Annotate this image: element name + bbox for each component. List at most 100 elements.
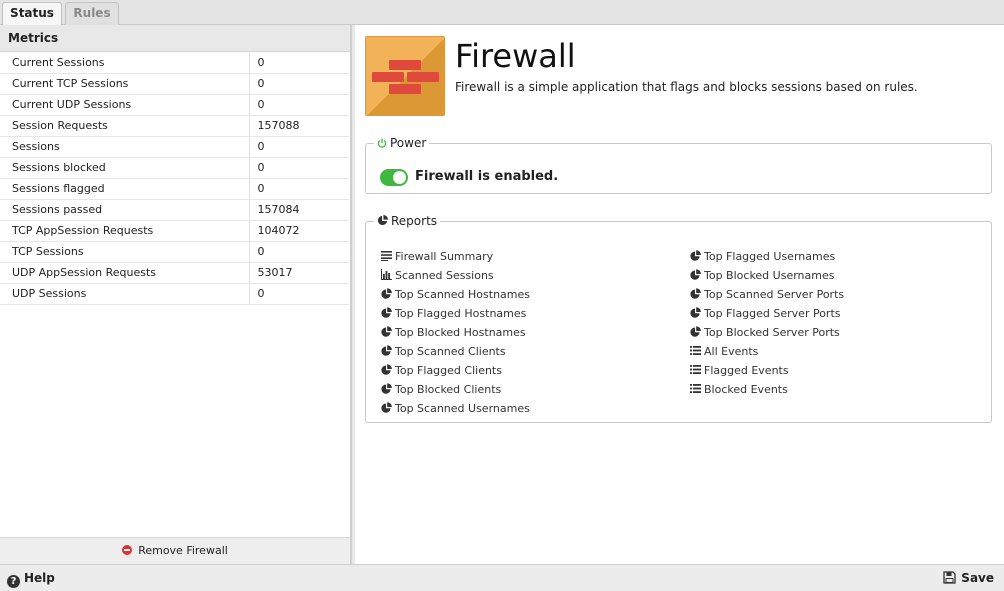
metrics-header: Metrics <box>0 25 350 52</box>
report-label: Top Blocked Clients <box>395 383 502 396</box>
report-link[interactable]: Firewall Summary <box>381 250 493 263</box>
report-label: Top Blocked Server Ports <box>704 326 840 339</box>
metric-value: 0 <box>249 241 349 263</box>
table-row: Sessions 0 <box>0 136 349 158</box>
remove-icon <box>122 545 133 555</box>
metric-value: 0 <box>249 178 349 200</box>
report-link[interactable]: Top Blocked Hostnames <box>381 326 526 339</box>
report-label: Top Scanned Hostnames <box>395 288 530 301</box>
pie-chart-icon <box>690 307 701 318</box>
footer-bar: ? Help Save <box>0 564 1004 591</box>
metric-value: 0 <box>249 283 349 305</box>
report-link[interactable]: Blocked Events <box>690 383 788 396</box>
metric-name: TCP AppSession Requests <box>0 220 250 242</box>
report-link[interactable]: Top Flagged Hostnames <box>381 307 526 320</box>
metric-name: UDP Sessions <box>0 283 250 305</box>
app-title: Firewall <box>455 37 576 75</box>
save-button[interactable]: Save <box>943 565 994 591</box>
report-link[interactable]: Flagged Events <box>690 364 789 377</box>
report-link[interactable]: Top Flagged Server Ports <box>690 307 841 320</box>
report-label: Top Blocked Usernames <box>704 269 835 282</box>
pie-chart-icon <box>690 250 701 261</box>
report-link[interactable]: Top Blocked Server Ports <box>690 326 840 339</box>
report-link[interactable]: Top Scanned Usernames <box>381 402 530 415</box>
table-row: Sessions blocked 0 <box>0 157 349 179</box>
report-link[interactable]: Top Flagged Clients <box>381 364 502 377</box>
pie-chart-icon <box>377 215 388 226</box>
event-list-icon <box>690 365 701 374</box>
app-description: Firewall is a simple application that fl… <box>455 80 918 94</box>
save-icon <box>943 571 956 584</box>
metric-name: Current Sessions <box>0 52 250 74</box>
help-label: Help <box>24 571 55 585</box>
remove-firewall-button[interactable]: Remove Firewall <box>0 537 350 564</box>
report-label: All Events <box>704 345 759 358</box>
metric-name: Session Requests <box>0 115 250 137</box>
table-row: UDP Sessions 0 <box>0 283 349 305</box>
metric-name: Sessions <box>0 136 250 158</box>
pie-chart-icon <box>381 402 392 413</box>
pie-chart-icon <box>690 288 701 299</box>
table-row: Session Requests 157088 <box>0 115 349 137</box>
report-label: Top Scanned Server Ports <box>704 288 845 301</box>
report-label: Top Flagged Clients <box>395 364 502 377</box>
report-label: Top Scanned Usernames <box>395 402 530 415</box>
table-row: TCP Sessions 0 <box>0 241 349 263</box>
report-link[interactable]: Top Scanned Clients <box>381 345 506 358</box>
metric-value: 0 <box>249 94 349 116</box>
metric-name: Current TCP Sessions <box>0 73 250 95</box>
metric-value: 104072 <box>249 220 349 242</box>
firewall-bricks-icon <box>365 36 445 116</box>
report-link[interactable]: Top Blocked Usernames <box>690 269 834 282</box>
table-row: Current Sessions 0 <box>0 52 349 74</box>
metric-name: TCP Sessions <box>0 241 250 263</box>
report-label: Top Blocked Hostnames <box>395 326 526 339</box>
report-label: Top Flagged Hostnames <box>395 307 527 320</box>
power-status-text: Firewall is enabled. <box>415 169 559 184</box>
table-row: UDP AppSession Requests 53017 <box>0 262 349 284</box>
pie-chart-icon <box>381 345 392 356</box>
power-toggle[interactable] <box>380 169 408 186</box>
metrics-panel: Metrics Current Sessions 0 Current TCP Ses… <box>0 25 351 564</box>
metric-value: 0 <box>249 52 349 74</box>
tab-bar: Status Rules <box>0 0 1004 26</box>
report-link[interactable]: Top Blocked Clients <box>381 383 501 396</box>
remove-firewall-label: Remove Firewall <box>138 544 228 557</box>
tab-rules[interactable]: Rules <box>65 2 119 25</box>
report-label: Firewall Summary <box>395 250 494 263</box>
list-icon <box>381 251 392 261</box>
pie-chart-icon <box>381 326 392 337</box>
event-list-icon <box>690 384 701 393</box>
table-row: Current TCP Sessions 0 <box>0 73 349 95</box>
save-label: Save <box>961 571 994 585</box>
help-button[interactable]: ? Help <box>7 565 55 591</box>
metric-name: Sessions flagged <box>0 178 250 200</box>
help-icon: ? <box>7 575 20 588</box>
table-row: TCP AppSession Requests 104072 <box>0 220 349 242</box>
metric-value: 0 <box>249 157 349 179</box>
report-link[interactable]: Top Scanned Hostnames <box>381 288 530 301</box>
reports-legend-label: Reports <box>391 214 438 228</box>
report-label: Top Flagged Usernames <box>704 250 836 263</box>
tab-status[interactable]: Status <box>2 2 62 26</box>
metric-value: 157084 <box>249 199 349 221</box>
pie-chart-icon <box>381 364 392 375</box>
report-link[interactable]: Top Flagged Usernames <box>690 250 835 263</box>
report-label: Top Scanned Clients <box>395 345 506 358</box>
pie-chart-icon <box>381 288 392 299</box>
metric-name: Sessions blocked <box>0 157 250 179</box>
metrics-table: Current Sessions 0 Current TCP Sessions 0 Cu… <box>0 52 349 305</box>
metric-value: 0 <box>249 136 349 158</box>
metric-name: UDP AppSession Requests <box>0 262 250 284</box>
metric-name: Sessions passed <box>0 199 250 221</box>
report-link[interactable]: Top Scanned Server Ports <box>690 288 844 301</box>
report-label: Flagged Events <box>704 364 789 377</box>
metric-value: 53017 <box>249 262 349 284</box>
table-row: Sessions flagged 0 <box>0 178 349 200</box>
report-label: Scanned Sessions <box>395 269 494 282</box>
power-legend: Power <box>374 136 429 150</box>
metric-value: 157088 <box>249 115 349 137</box>
report-link[interactable]: All Events <box>690 345 758 358</box>
report-link[interactable]: Scanned Sessions <box>381 269 494 282</box>
power-section: Power Firewall is enabled. <box>365 136 992 194</box>
